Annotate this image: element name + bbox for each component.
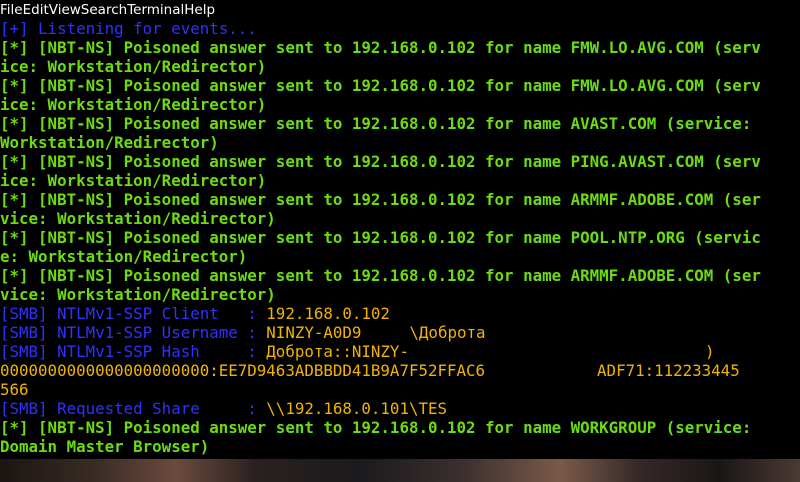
terminal-text-segment: [+] Listening for events... (0, 19, 257, 38)
terminal-line: vice: Workstation/Redirector) (0, 209, 800, 228)
terminal-line: [*] [NBT-NS] Poisoned answer sent to 192… (0, 190, 800, 209)
terminal-text-segment: Доброта::NINZY- (266, 342, 409, 361)
terminal-line: ice: Workstation/Redirector) (0, 171, 800, 190)
terminal-line: Workstation/Redirector) (0, 133, 800, 152)
terminal-line: Domain Master Browser) (0, 437, 800, 456)
menu-item-file[interactable]: File (0, 2, 23, 18)
terminal-text-segment: [*] [NBT-NS] Poisoned answer sent to 192… (0, 76, 761, 95)
terminal-text-segment: ADF71:112233445 (597, 361, 740, 380)
terminal-text-segment: [SMB] NTLMv1-SSP Client : (0, 304, 267, 323)
terminal-line: [*] [NBT-NS] Poisoned answer sent to 192… (0, 228, 800, 247)
terminal-text-segment: [SMB] NTLMv1-SSP Username : (0, 323, 267, 342)
menu-item-view[interactable]: View (49, 2, 81, 18)
terminal-line: [*] [NBT-NS] Poisoned answer sent to 192… (0, 38, 800, 57)
terminal-output[interactable]: [+] Listening for events... [*] [NBT-NS] … (0, 19, 800, 459)
terminal-line: 566 (0, 380, 800, 399)
menu-bar: File Edit View Search Terminal Help (0, 0, 800, 19)
terminal-text-segment: [*] [NBT-NS] Poisoned answer sent to 192… (0, 190, 761, 209)
terminal-text-segment: ice: Workstation/Redirector) (0, 95, 267, 114)
terminal-text-segment: vice: Workstation/Redirector) (0, 209, 276, 228)
terminal-text-segment: Workstation/Redirector) (0, 133, 219, 152)
terminal-text-segment: 192.168.0.102 (266, 304, 390, 323)
terminal-line: [*] [NBT-NS] Poisoned answer sent to 192… (0, 266, 800, 285)
menu-item-edit[interactable]: Edit (23, 2, 49, 18)
terminal-line: 0000000000000000000000:EE7D9463ADBBDD41B… (0, 361, 800, 380)
terminal-line: [SMB] NTLMv1-SSP Hash : Доброта::NINZY-) (0, 342, 800, 361)
terminal-text-segment: NINZY-A0D9 (266, 323, 362, 342)
terminal-line: [SMB] Requested Share : \\192.168.0.101\… (0, 399, 800, 418)
terminal-line: [*] [NBT-NS] Poisoned answer sent to 192… (0, 76, 800, 95)
terminal-text-segment: \\192.168.0.101\TES (266, 399, 447, 418)
terminal-text-segment: [*] [NBT-NS] Poisoned answer sent to 192… (0, 418, 761, 437)
desktop-wallpaper-strip (0, 459, 800, 482)
terminal-text-segment: e: Workstation/Redirector) (0, 247, 248, 266)
terminal-line: [*] [NBT-NS] Poisoned answer sent to 192… (0, 152, 800, 171)
terminal-line: [+] Listening for events... (0, 19, 800, 38)
terminal-text-segment: [*] [NBT-NS] Poisoned answer sent to 192… (0, 114, 761, 133)
terminal-text-segment: ) (704, 342, 715, 361)
terminal-line: ice: Workstation/Redirector) (0, 57, 800, 76)
terminal-line: ice: Workstation/Redirector) (0, 95, 800, 114)
terminal-line: [SMB] NTLMv1-SSP Client : 192.168.0.102 (0, 304, 800, 323)
terminal-text-segment: vice: Workstation/Redirector) (0, 285, 276, 304)
terminal-text-segment: [SMB] Requested Share : (0, 399, 267, 418)
menu-item-search[interactable]: Search (81, 2, 127, 18)
terminal-text-segment: [*] [NBT-NS] Poisoned answer sent to 192… (0, 228, 761, 247)
terminal-text-segment: 566 (0, 380, 29, 399)
terminal-text-segment: [*] [NBT-NS] Poisoned answer sent to 192… (0, 266, 761, 285)
terminal-line: [*] [NBT-NS] Poisoned answer sent to 192… (0, 418, 800, 437)
redaction-block (485, 363, 598, 380)
menu-item-help[interactable]: Help (184, 2, 215, 18)
terminal-window: File Edit View Search Terminal Help [+] Liste… (0, 0, 800, 482)
terminal-text-segment: 0000000000000000000000:EE7D9463ADBBDD41B… (0, 361, 486, 380)
terminal-text-segment: [SMB] NTLMv1-SSP Hash : (0, 342, 267, 361)
terminal-line: [SMB] NTLMv1-SSP Username : NINZY-A0D9 \Д… (0, 323, 800, 342)
terminal-text-segment: [*] [NBT-NS] Poisoned answer sent to 192… (0, 152, 761, 171)
terminal-text-segment: Domain Master Browser) (0, 437, 210, 456)
terminal-text-segment: \Доброта (409, 323, 486, 342)
menu-item-terminal[interactable]: Terminal (127, 2, 184, 18)
terminal-line: vice: Workstation/Redirector) (0, 285, 800, 304)
terminal-text-segment: [*] [NBT-NS] Poisoned answer sent to 192… (0, 38, 761, 57)
redaction-block (408, 344, 705, 361)
terminal-text-segment: ice: Workstation/Redirector) (0, 57, 267, 76)
terminal-line: e: Workstation/Redirector) (0, 247, 800, 266)
terminal-line: [*] [NBT-NS] Poisoned answer sent to 192… (0, 114, 800, 133)
terminal-text-segment: ice: Workstation/Redirector) (0, 171, 267, 190)
redaction-block (361, 325, 410, 342)
